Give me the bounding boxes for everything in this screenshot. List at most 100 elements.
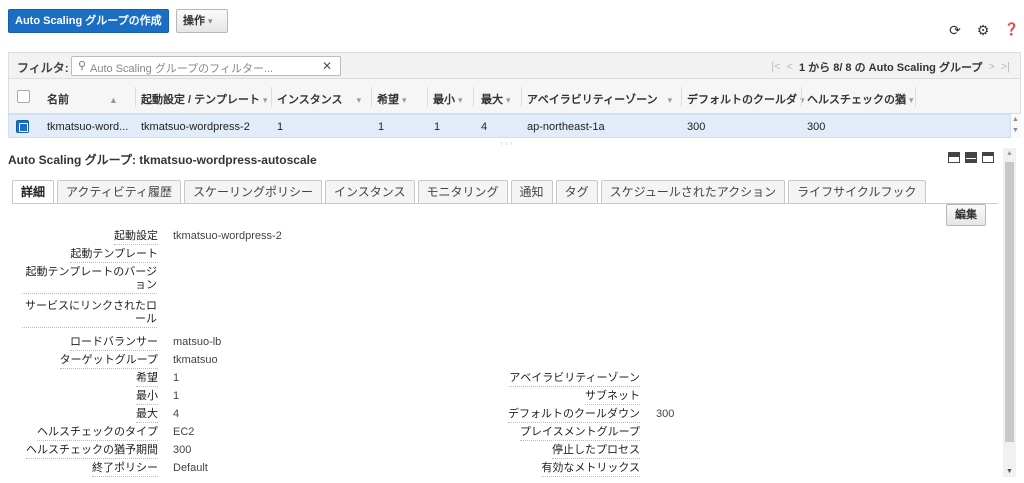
- layout-toggle-group: [948, 152, 994, 163]
- detail-title: Auto Scaling グループ: tkmatsuo-wordpress-au…: [8, 153, 317, 167]
- filter-input[interactable]: ⚲ Auto Scaling グループのフィルター... ✕: [71, 56, 341, 76]
- first-page-icon[interactable]: |<: [771, 61, 780, 73]
- column-divider: [135, 87, 136, 107]
- layout-bottom-icon[interactable]: [948, 152, 960, 163]
- actions-label: 操作: [183, 15, 205, 27]
- launch-config-value: tkmatsuo-wordpress-2: [173, 230, 282, 242]
- chevron-down-icon: ▾: [208, 16, 213, 26]
- tab-scaling-policies[interactable]: スケーリングポリシー: [183, 180, 322, 204]
- min-value: 1: [173, 390, 180, 402]
- scroll-thumb[interactable]: [1005, 162, 1014, 442]
- refresh-icon[interactable]: ⟳: [948, 22, 962, 39]
- edit-button[interactable]: 編集: [946, 204, 986, 226]
- cell-cooldown: 300: [687, 121, 706, 133]
- load-balancer-label: ロードバランサー: [70, 336, 158, 351]
- template-version-label: 起動テンプレートのバージョン: [22, 266, 157, 294]
- detail-scrollbar[interactable]: ▲ ▼: [1003, 148, 1016, 477]
- scroll-down-icon[interactable]: ▼: [1006, 468, 1013, 475]
- column-instances-label: インスタンス: [277, 94, 343, 106]
- termination-policy-label: 終了ポリシー: [92, 462, 158, 477]
- health-check-type-label: ヘルスチェックのタイプ: [37, 426, 158, 441]
- layout-split-icon[interactable]: [965, 152, 977, 163]
- row-checkbox[interactable]: [16, 120, 29, 133]
- tab-activity-history[interactable]: アクティビティ履歴: [57, 180, 181, 204]
- next-page-icon[interactable]: >: [988, 61, 994, 73]
- max-label: 最大: [136, 408, 158, 423]
- column-header-min[interactable]: 最小 ▾: [433, 91, 463, 107]
- column-divider: [801, 87, 802, 107]
- top-toolbar: Auto Scaling グループの作成 操作 ▾ ⟳ ⚙ ❓: [0, 0, 1024, 48]
- column-header-name[interactable]: 名前 ▲: [47, 91, 118, 107]
- suspended-processes-label: 停止したプロセス: [552, 444, 640, 459]
- column-header-health[interactable]: ヘルスチェックの猶 ▾: [807, 91, 914, 107]
- column-header-cooldown[interactable]: デフォルトのクールダ ▾: [687, 91, 805, 107]
- termination-policy-value: Default: [173, 462, 208, 474]
- placement-group-label: プレイスメントグループ: [519, 426, 640, 441]
- cell-launch: tkmatsuo-wordpress-2: [141, 121, 250, 133]
- detail-tabs: 詳細 アクティビティ履歴 スケーリングポリシー インスタンス モニタリング 通知…: [12, 180, 926, 204]
- service-linked-role-label: サービスにリンクされたロール: [22, 300, 157, 328]
- health-check-grace-label: ヘルスチェックの猶予期間: [26, 444, 158, 459]
- actions-dropdown-button[interactable]: 操作 ▾: [176, 9, 228, 33]
- prev-page-icon[interactable]: <: [787, 61, 793, 73]
- tab-tags[interactable]: タグ: [555, 180, 598, 204]
- health-check-type-value: EC2: [173, 426, 195, 438]
- sort-icon: ▾: [458, 95, 463, 105]
- column-divider: [427, 87, 428, 107]
- create-auto-scaling-group-button[interactable]: Auto Scaling グループの作成: [8, 9, 169, 33]
- tab-monitoring[interactable]: モニタリング: [417, 180, 508, 204]
- scroll-up-icon[interactable]: ▲: [1012, 116, 1019, 123]
- table-row[interactable]: tkmatsuo-word... tkmatsuo-wordpress-2 1 …: [8, 114, 1011, 138]
- max-value: 4: [173, 408, 180, 420]
- column-desired-label: 希望: [377, 94, 399, 106]
- column-header-instances[interactable]: インスタンス ▾: [277, 91, 361, 107]
- column-header-launch[interactable]: 起動設定 / テンプレート ▾: [141, 91, 267, 107]
- desired-label: 希望: [136, 372, 158, 387]
- tab-instances[interactable]: インスタンス: [325, 180, 415, 204]
- cell-az: ap-northeast-1a: [527, 121, 605, 133]
- subnet-label: サブネット: [585, 390, 640, 405]
- resize-handle[interactable]: ◦◦◦: [500, 140, 520, 148]
- clear-filter-icon[interactable]: ✕: [322, 59, 332, 73]
- column-divider: [473, 87, 474, 107]
- last-page-icon[interactable]: >|: [1001, 61, 1010, 73]
- scroll-down-icon[interactable]: ▼: [1012, 127, 1019, 134]
- grid-scrollbar[interactable]: ▲ ▼: [1011, 114, 1021, 138]
- target-group-value: tkmatsuo: [173, 354, 218, 366]
- availability-zone-label: アベイラビリティーゾーン: [509, 372, 640, 387]
- enabled-metrics-label: 有効なメトリックス: [541, 462, 640, 477]
- help-icon[interactable]: ❓: [1004, 22, 1019, 39]
- column-name-label: 名前: [47, 94, 69, 106]
- tab-notifications[interactable]: 通知: [510, 180, 553, 204]
- column-header-max[interactable]: 最大 ▾: [481, 91, 511, 107]
- select-all-checkbox[interactable]: [17, 90, 30, 103]
- top-icon-group: ⟳ ⚙ ❓: [948, 22, 1019, 39]
- sort-asc-icon: ▲: [109, 95, 118, 105]
- sort-icon: ▾: [262, 95, 268, 105]
- sort-icon: ▾: [356, 95, 362, 105]
- column-header-az[interactable]: アベイラビリティーゾーン ▾: [527, 91, 672, 107]
- tab-underline: [12, 203, 998, 204]
- gear-icon[interactable]: ⚙: [976, 22, 990, 39]
- column-header-desired[interactable]: 希望 ▾: [377, 91, 407, 107]
- default-cooldown-label: デフォルトのクールダウン: [508, 408, 640, 423]
- sort-icon: ▾: [909, 95, 914, 105]
- column-divider: [371, 87, 372, 107]
- cell-min: 1: [434, 121, 441, 133]
- desired-value: 1: [173, 372, 180, 384]
- column-min-label: 最小: [433, 94, 455, 106]
- layout-top-icon[interactable]: [982, 152, 994, 163]
- cell-max: 4: [481, 121, 488, 133]
- tab-details[interactable]: 詳細: [12, 180, 55, 204]
- tab-lifecycle-hooks[interactable]: ライフサイクルフック: [788, 180, 926, 204]
- sort-icon: ▾: [402, 95, 407, 105]
- launch-config-label: 起動設定: [114, 230, 158, 245]
- scroll-up-icon[interactable]: ▲: [1006, 150, 1013, 157]
- sort-icon: ▾: [667, 95, 673, 105]
- tab-scheduled-actions[interactable]: スケジュールされたアクション: [600, 180, 786, 204]
- default-cooldown-value: 300: [656, 408, 675, 420]
- pagination-text: 1 から 8/ 8 の Auto Scaling グループ: [798, 62, 983, 74]
- target-group-label: ターゲットグループ: [59, 354, 158, 369]
- search-icon: ⚲: [78, 60, 87, 72]
- filter-label: フィルタ:: [17, 61, 69, 75]
